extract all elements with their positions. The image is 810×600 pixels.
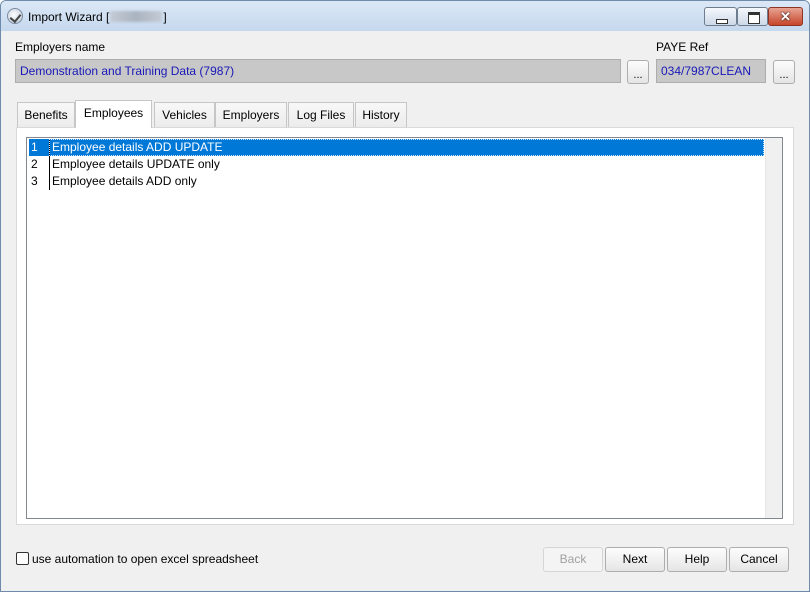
close-icon: ✕: [780, 9, 791, 24]
list-item[interactable]: 1 Employee details ADD UPDATE: [27, 139, 764, 156]
employees-tab-panel: 1 Employee details ADD UPDATE 2 Employee…: [16, 127, 794, 525]
vertical-scrollbar[interactable]: [765, 138, 782, 518]
list-item[interactable]: 2 Employee details UPDATE only: [27, 156, 764, 173]
import-wizard-window: Import Wizard [] ✕ Employers name Demons…: [0, 0, 810, 592]
list-item-text: Employee details ADD UPDATE: [49, 139, 764, 156]
list-item-text: Employee details UPDATE only: [49, 156, 764, 173]
paye-browse-button[interactable]: ...: [773, 60, 795, 84]
automation-checkbox-label[interactable]: use automation to open excel spreadsheet: [32, 552, 258, 566]
tab-employers[interactable]: Employers: [215, 102, 287, 127]
paye-ref-field[interactable]: 034/7987CLEAN: [656, 59, 766, 83]
import-type-list[interactable]: 1 Employee details ADD UPDATE 2 Employee…: [26, 137, 783, 519]
minimize-button[interactable]: [704, 7, 737, 26]
tab-employees[interactable]: Employees: [75, 100, 152, 128]
next-button[interactable]: Next: [605, 547, 665, 572]
maximize-button[interactable]: [737, 7, 768, 26]
tab-vehicles[interactable]: Vehicles: [154, 102, 215, 127]
list-item[interactable]: 3 Employee details ADD only: [27, 173, 764, 190]
window-title-prefix: Import Wizard [: [28, 10, 110, 24]
window-title: Import Wizard []: [28, 10, 167, 24]
list-item-number: 3: [31, 174, 38, 188]
employer-browse-button[interactable]: ...: [627, 60, 649, 84]
employers-name-field[interactable]: Demonstration and Training Data (7987): [15, 59, 621, 83]
cancel-button[interactable]: Cancel: [729, 547, 789, 572]
window-title-suffix: ]: [163, 10, 167, 24]
tab-history[interactable]: History: [355, 102, 407, 127]
close-button[interactable]: ✕: [768, 7, 803, 26]
tab-benefits[interactable]: Benefits: [17, 102, 75, 127]
tab-log-files[interactable]: Log Files: [288, 102, 354, 127]
app-icon: [7, 8, 23, 24]
employers-name-label: Employers name: [15, 40, 106, 54]
redacted-tax-year: [110, 11, 163, 22]
list-item-text: Employee details ADD only: [49, 173, 764, 190]
back-button[interactable]: Back: [543, 547, 603, 572]
paye-ref-label: PAYE Ref: [656, 40, 709, 54]
list-item-number: 2: [31, 157, 38, 171]
list-item-number: 1: [29, 139, 49, 156]
help-button[interactable]: Help: [667, 547, 727, 572]
automation-checkbox[interactable]: [16, 552, 29, 565]
title-bar[interactable]: Import Wizard [] ✕: [1, 1, 809, 31]
